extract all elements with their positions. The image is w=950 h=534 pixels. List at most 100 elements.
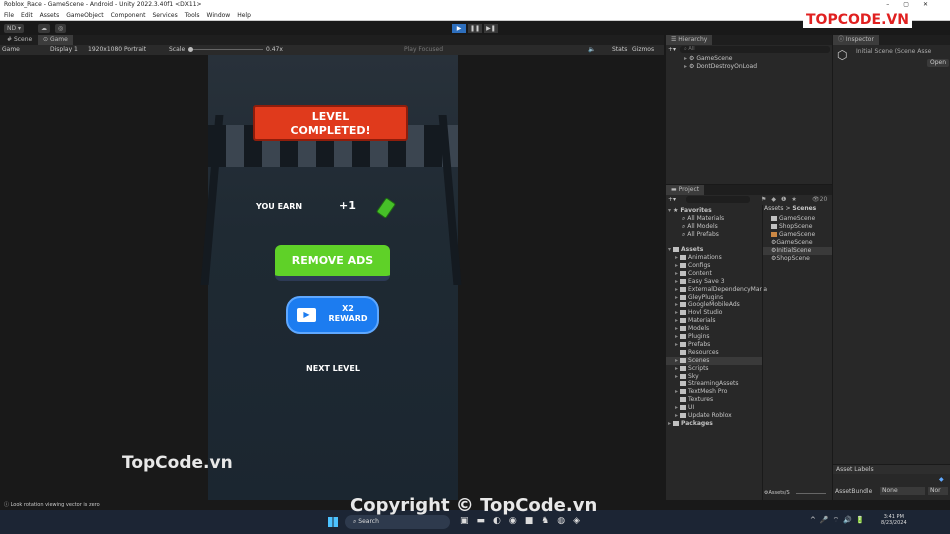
cloud-icon[interactable]: ☁ [38,24,50,33]
file-item[interactable]: GameScene [763,215,832,223]
asset-bundle-dropdown[interactable]: None [880,487,925,495]
remove-ads-button[interactable]: REMOVE ADS [275,245,390,281]
folder-icon [680,326,687,332]
add-button[interactable]: +▾ [668,46,676,53]
create-button[interactable]: +▾ [668,196,676,203]
folder-item[interactable]: ▸ ExternalDependencyMana [666,286,767,294]
folder-item[interactable]: ▸ Configs [666,262,762,270]
window-controls[interactable]: –▢✕ [886,0,942,10]
folder-label: StreamingAssets [688,380,739,388]
breadcrumb-assets[interactable]: Assets [764,205,784,212]
folder-item[interactable]: ▸ Sky [666,373,762,381]
favorite-item[interactable]: ⌕ All Prefabs [682,231,719,239]
taskbar-search[interactable]: ⌕ Search [345,515,450,529]
tab-scene[interactable]: # Scene [2,35,37,45]
assets-header[interactable]: ▾ Assets [668,246,703,254]
menu-component[interactable]: Component [111,10,146,20]
hidden-count[interactable]: 👁20 [812,196,827,203]
folder-icon [680,413,687,418]
folder-icon [680,270,687,276]
folder-item[interactable]: ▸ UI [666,404,762,412]
menu-tools[interactable]: Tools [185,10,200,20]
folder-item[interactable]: ▸ GleyPlugins [666,294,762,302]
clock[interactable]: 3:41 PM 8/23/2024 [881,514,907,526]
favorite-item[interactable]: ⌕ All Models [682,223,718,231]
stats-button[interactable]: Stats [612,45,627,55]
open-button[interactable]: Open [927,59,950,67]
folder-item[interactable]: ▸StreamingAssets [666,380,762,388]
folder-item[interactable]: ▸ Update Roblox [666,412,762,420]
file-item[interactable]: ⚙InitialScene [763,247,832,255]
status-message[interactable]: Look rotation viewing vector is zero [11,502,100,508]
folder-item[interactable]: ▸ Materials [666,317,762,325]
menu-file[interactable]: File [4,10,14,20]
folder-item[interactable]: ▸ Scripts [666,365,762,373]
resolution-dropdown[interactable]: 1920x1080 Portrait [88,45,146,55]
tab-game[interactable]: ⊙ Game [38,35,73,45]
breadcrumb-scenes[interactable]: Scenes [792,205,816,212]
menu-gameobject[interactable]: GameObject [66,10,103,20]
folder-item[interactable]: ▸ Models [666,325,762,333]
gizmos-button[interactable]: Gizmos [632,45,654,55]
folder-item[interactable]: ▸ Content [666,270,762,278]
scale-slider-handle[interactable] [188,47,193,52]
folder-label: Sky [688,372,699,380]
tab-hierarchy[interactable]: ☰ Hierarchy [666,35,713,45]
folder-item[interactable]: ▸ GoogleMobileAds [666,301,762,309]
folder-icon [680,318,687,324]
tab-project[interactable]: ▬ Project [666,185,705,195]
folder-label: ExternalDependencyMana [688,285,768,293]
file-item[interactable]: ⚙GameScene [763,239,832,247]
folder-item[interactable]: ▸Resources [666,349,762,357]
account-button[interactable]: ND ▾ [4,24,25,33]
play-focused-dropdown[interactable]: Play Focused [404,45,443,55]
menu-assets[interactable]: Assets [40,10,60,20]
menu-services[interactable]: Services [152,10,177,20]
folder-item[interactable]: ▸ Hovl Studio [666,309,762,317]
folder-item[interactable]: ▸ Plugins [666,333,762,341]
hierarchy-search[interactable]: ⌕ All [680,46,830,53]
play-button[interactable]: ▶ [452,24,466,33]
folder-item[interactable]: ▸ Easy Save 3 [666,278,762,286]
step-button[interactable]: ▶❚ [484,24,498,33]
folder-item[interactable]: ▸ TextMesh Pro [666,388,762,396]
folder-item[interactable]: ▸Textures [666,396,762,404]
scale-value: 0.47x [266,46,283,53]
x2-reward-button[interactable]: ▶ X2 REWARD [286,296,379,334]
game-viewport[interactable]: LEVEL COMPLETED! YOU EARN +1 REMOVE ADS … [200,55,462,500]
menu-help[interactable]: Help [237,10,251,20]
folder-item[interactable]: ▸ Animations [666,254,762,262]
file-item[interactable]: GameScene [763,231,832,239]
folder-item[interactable]: ▸ Scenes [666,356,762,365]
hierarchy-item[interactable]: ▸ ⚙ GameScene [684,55,732,63]
mute-icon[interactable]: 🔈 [588,45,595,55]
count-label: 20 [819,196,828,203]
tag-icon[interactable]: ◆ [939,476,944,483]
asset-variant-dropdown[interactable]: Nor [928,487,948,495]
file-item[interactable]: ShopScene [763,223,832,231]
next-level-button[interactable]: NEXT LEVEL [208,364,458,373]
favorites-header[interactable]: ▾ ★ Favorites [668,207,712,215]
tab-inspector[interactable]: ⓘ Inspector [833,35,879,45]
tray-icons[interactable]: ^🎤⌔🔊🔋 [810,516,869,525]
packages-header[interactable]: ▸ Packages [668,420,713,428]
filter-icons[interactable]: ⚑◆❶★ [761,196,802,203]
taskbar-apps[interactable]: ▣▬◐◉■♞◍◈ [460,516,588,526]
pause-button[interactable]: ❚❚ [468,24,482,33]
collab-icon[interactable]: ◎ [55,24,67,33]
game-mode-dropdown[interactable]: Game [2,45,20,55]
start-icon[interactable] [328,517,338,527]
folder-label: TextMesh Pro [688,388,728,396]
hierarchy-item[interactable]: ▸ ⚙ DontDestroyOnLoad [684,63,757,71]
file-item[interactable]: ⚙ShopScene [763,255,832,263]
folder-item[interactable]: ▸ Prefabs [666,341,762,349]
display-dropdown[interactable]: Display 1 [50,45,78,55]
icon-size-slider[interactable] [796,493,826,494]
earn-amount: +1 [339,199,356,212]
project-search[interactable] [686,196,750,203]
folder-icon [680,349,687,355]
scale-slider[interactable] [188,47,263,52]
menu-window[interactable]: Window [207,10,231,20]
menu-edit[interactable]: Edit [21,10,33,20]
favorite-item[interactable]: ⌕ All Materials [682,215,724,223]
